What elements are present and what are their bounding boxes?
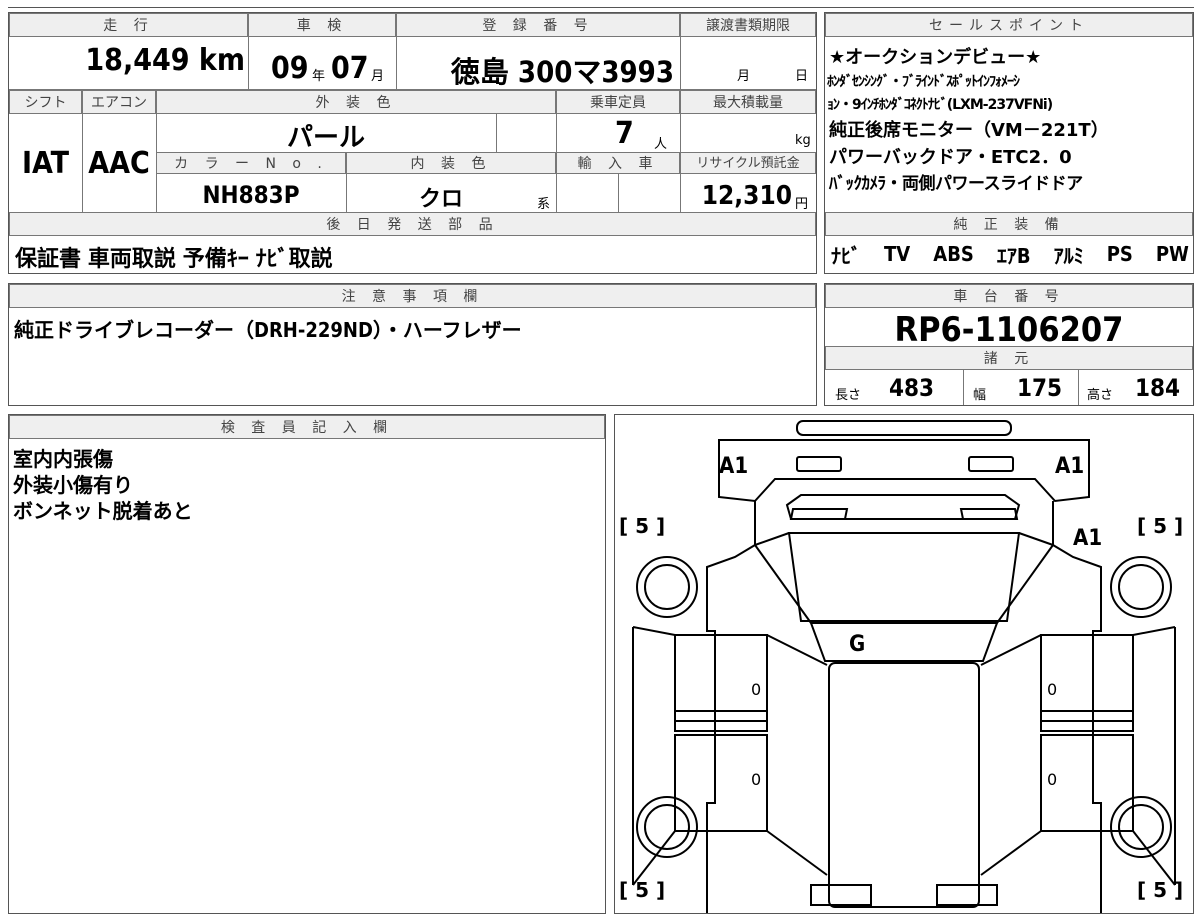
equip-alloy: ｱﾙﾐ [1053,243,1084,268]
equip-ps: PS [1106,242,1133,266]
length-label: 長さ [835,388,862,403]
aircon-value: AAC [88,146,150,181]
wheel-label-tl: [ 5 ] [619,514,665,538]
shift-value: IAT [21,146,69,181]
mark-hood: G [849,632,865,657]
recycle-fee-value: 12,310 [701,181,792,211]
month-unit: 月 [371,69,385,84]
width-value: 175 [1017,374,1063,402]
sales-line-5: パワーバックドア・ETC2．0 [829,147,1072,168]
header-notes: 注 意 事 項 欄 [9,284,816,308]
zero-left-rear: 0 [751,770,761,789]
header-later-parts: 後 日 発 送 部 品 [9,212,816,236]
load-unit: kg [795,133,811,148]
inspection-month: 07 [331,51,369,86]
inspection-year: 09 [271,51,309,86]
wheel-label-tr: [ 5 ] [1137,514,1183,538]
inspector-line-1: 室内内張傷 [13,447,113,471]
wheel-label-br: [ 5 ] [1137,878,1183,902]
sales-line-1: ★オークションデビュー★ [829,47,1042,68]
interior-suffix: 系 [537,197,551,212]
sales-line-4: 純正後席モニター（VM－221T） [829,120,1109,141]
windshield [809,622,999,662]
sales-point-box: セールスポイント ★オークションデビュー★ ﾎﾝﾀﾞｾﾝｼﾝｸﾞ・ﾌﾞﾗｲﾝﾄﾞ… [824,12,1194,274]
header-inspection: 車 検 [248,13,396,37]
header-mileage: 走 行 [9,13,248,37]
rear-bumper-right [936,884,998,906]
header-chassis: 車 台 番 号 [825,284,1193,308]
color-no-value: NH883P [202,181,300,209]
car-diagram: A1 A1 A1 G [ 5 ] [ 5 ] [ 5 ] [ 5 ] 0 0 0… [619,420,1183,913]
chassis-box: 車 台 番 号 RP6-1106207 諸 元 長さ 483 幅 175 高さ … [824,283,1194,406]
zero-right-rear: 0 [1047,770,1057,789]
header-max-load: 最大積載量 [680,90,816,114]
deadline-day-unit: 日 [795,69,809,84]
interior-color-value: クロ [418,187,463,212]
front-left-lamp [796,456,842,472]
recycle-unit: 円 [795,197,809,212]
header-capacity: 乗車定員 [556,90,680,114]
equip-airbag: ｴｱB [996,243,1031,268]
capacity-unit: 人 [654,137,668,152]
header-registration: 登 録 番 号 [396,13,680,37]
exterior-color-value: パール [286,123,365,153]
equipment-list: ﾅﾋﾞ TV ABS ｴｱB ｱﾙﾐ PS PW [831,239,1189,269]
header-specs: 諸 元 [825,346,1193,370]
equip-navi: ﾅﾋﾞ [831,243,861,268]
later-parts-value: 保証書 車両取説 予備ｷｰ ﾅﾋﾞ取説 [15,247,333,272]
wheel-label-bl: [ 5 ] [619,878,665,902]
capacity-value: 7 [615,116,634,151]
inspector-line-2: 外装小傷有り [13,473,133,497]
header-aircon: エアコン [82,90,156,114]
grille [785,494,1021,520]
hood [787,532,1021,622]
mark-front-right: A1 [1055,454,1084,479]
header-inspector: 検 査 員 記 入 欄 [9,415,605,439]
notes-box: 注 意 事 項 欄 純正ドライブレコーダー（DRH-229ND）・ハーフレザー [8,283,817,406]
vehicle-info-table: 走 行 車 検 登 録 番 号 譲渡書類期限 18,449 km 09 年 07… [8,12,817,274]
year-unit: 年 [312,69,326,84]
header-equipment: 純 正 装 備 [825,212,1193,236]
header-import: 輸 入 車 [556,152,680,174]
chassis-number: RP6-1106207 [894,310,1124,350]
header-shift: シフト [9,90,82,114]
header-exterior-color: 外 装 色 [156,90,556,114]
header-sales-point: セールスポイント [825,13,1193,37]
deadline-month-unit: 月 [737,69,751,84]
front-bumper-bar [796,420,1012,436]
header-transfer-deadline: 譲渡書類期限 [680,13,816,37]
width-label: 幅 [973,388,987,403]
equip-tv: TV [884,242,911,266]
length-value: 483 [889,374,935,402]
height-value: 184 [1135,374,1181,402]
mark-front-left: A1 [719,454,748,479]
inspector-box: 検 査 員 記 入 欄 室内内張傷 外装小傷有り ボンネット脱着あと [8,414,606,914]
header-color-no: カ ラ ー N o . [156,152,346,174]
rear-bumper-left [810,884,872,906]
sales-line-6: ﾊﾞｯｸｶﾒﾗ・両側パワースライドドア [829,174,1083,194]
header-interior-color: 内 装 色 [346,152,556,174]
inspector-line-3: ボンネット脱着あと [13,499,193,523]
sales-line-3: ｮﾝ・9ｲﾝﾁﾎﾝﾀﾞｺﾈｸﾄﾅﾋﾞ(LXM-237VFNi) [827,97,1053,113]
front-right-lamp [968,456,1014,472]
equip-pw: PW [1155,242,1189,266]
roof [828,662,980,908]
mileage-value: 18,449 km [85,43,245,78]
height-label: 高さ [1087,388,1114,403]
top-cutoff-strip [8,0,1194,8]
car-diagram-box: A1 A1 A1 G [ 5 ] [ 5 ] [ 5 ] [ 5 ] 0 0 0… [614,414,1194,914]
header-recycle: リサイクル預託金 [680,152,816,174]
sales-line-2: ﾎﾝﾀﾞｾﾝｼﾝｸﾞ・ﾌﾞﾗｲﾝﾄﾞｽﾎﾟｯﾄｲﾝﾌｫﾒｰｼ [827,74,1020,90]
zero-left-front: 0 [751,680,761,699]
equip-abs: ABS [933,242,974,266]
front-bumper [718,439,1090,503]
notes-text: 純正ドライブレコーダー（DRH-229ND）・ハーフレザー [14,318,522,342]
body-outline [706,501,756,913]
zero-right-front: 0 [1047,680,1057,699]
registration-number: 徳島 300マ3993 [450,55,674,89]
mark-right-fender: A1 [1073,526,1102,551]
